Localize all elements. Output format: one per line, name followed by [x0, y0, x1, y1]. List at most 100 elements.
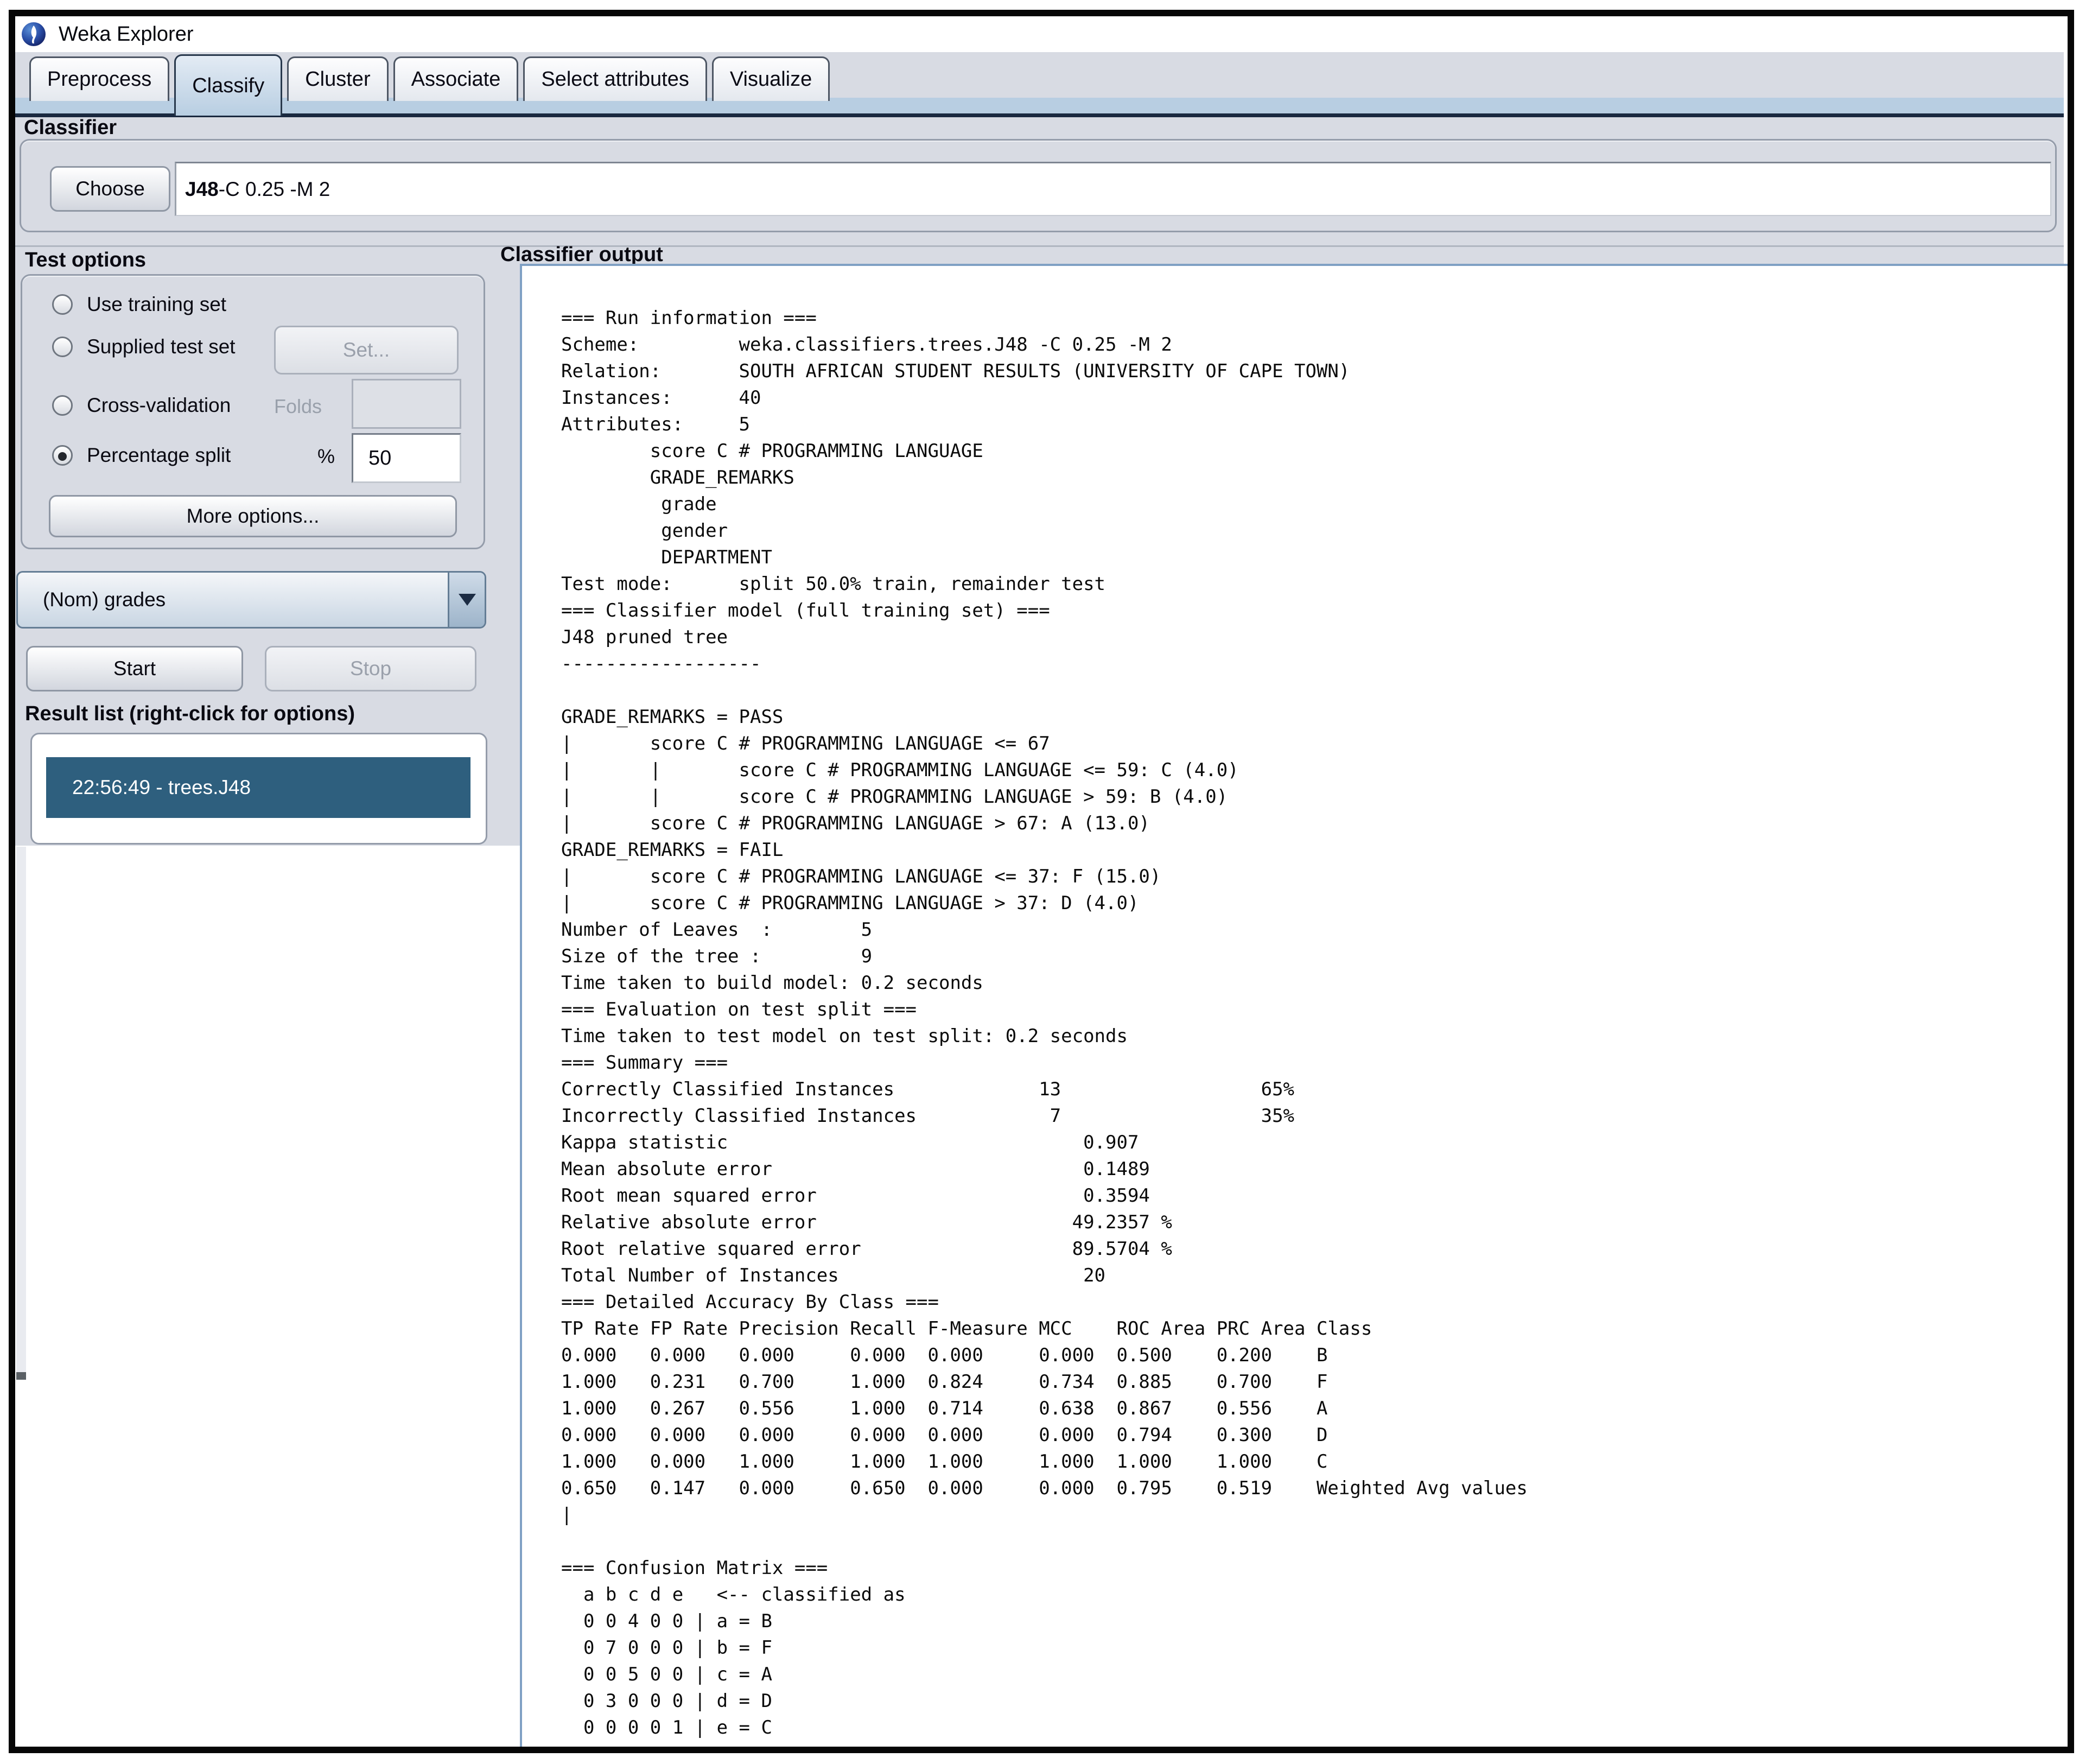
output-line: Attributes: 5 [561, 411, 2057, 438]
weka-explorer-window: Weka Explorer PreprocessClassifyClusterA… [0, 0, 2092, 1764]
output-line: J48 pruned tree [561, 624, 2057, 651]
output-line: DEPARTMENT [561, 544, 2057, 571]
radio-row-cross-validation[interactable]: Cross-validation [52, 394, 231, 417]
test-options-label: Test options [25, 249, 146, 272]
output-line: 1.000 0.267 0.556 1.000 0.714 0.638 0.86… [561, 1395, 2057, 1422]
weka-app-icon [21, 21, 47, 47]
output-line: | score C # PROGRAMMING LANGUAGE > 67: A… [561, 810, 2057, 837]
output-line: | | score C # PROGRAMMING LANGUAGE > 59:… [561, 784, 2057, 810]
scheme-name: J48 [185, 178, 219, 201]
radio-row-supplied-test-set[interactable]: Supplied test set [52, 335, 236, 358]
window-title: Weka Explorer [59, 23, 194, 46]
result-list-item[interactable]: 22:56:49 - trees.J48 [46, 757, 470, 818]
output-line: GRADE_REMARKS [561, 465, 2057, 491]
percentage-split-radio-icon[interactable] [52, 445, 73, 466]
folds-label: Folds [274, 395, 322, 418]
output-line: === Summary === [561, 1050, 2057, 1076]
output-line: a b c d e <-- classified as [561, 1582, 2057, 1608]
output-line: grade [561, 491, 2057, 518]
scheme-params: -C 0.25 -M 2 [219, 178, 330, 201]
output-line: === Detailed Accuracy By Class === [561, 1289, 2057, 1316]
output-line: GRADE_REMARKS = FAIL [561, 837, 2057, 864]
more-options-button[interactable]: More options... [49, 495, 457, 537]
percentage-split-field[interactable]: 50 [352, 433, 461, 483]
output-line: === Confusion Matrix === [561, 1555, 2057, 1582]
output-line: 1.000 0.000 1.000 1.000 1.000 1.000 1.00… [561, 1449, 2057, 1475]
window-body-top: PreprocessClassifyClusterAssociateSelect… [15, 52, 2064, 267]
title-bar: Weka Explorer [15, 16, 2064, 52]
tab-select-attributes[interactable]: Select attributes [523, 56, 707, 101]
folds-field[interactable] [352, 379, 461, 429]
output-line [561, 1528, 2057, 1555]
tab-visualize[interactable]: Visualize [712, 56, 830, 101]
choose-button[interactable]: Choose [50, 166, 170, 212]
tab-bar: PreprocessClassifyClusterAssociateSelect… [29, 54, 830, 119]
tab-classify[interactable]: Classify [174, 54, 282, 116]
classifier-scheme-field[interactable]: J48 -C 0.25 -M 2 [175, 162, 2051, 216]
tab-associate[interactable]: Associate [393, 56, 519, 101]
percentage-split-label: Percentage split [87, 444, 231, 467]
start-button[interactable]: Start [26, 646, 243, 691]
tab-cluster[interactable]: Cluster [287, 56, 388, 101]
output-line: 0 0 5 0 0 | c = A [561, 1661, 2057, 1688]
output-line: Size of the tree : 9 [561, 943, 2057, 970]
cross-validation-label: Cross-validation [87, 394, 231, 417]
output-line: | [561, 1502, 2057, 1528]
output-line: | score C # PROGRAMMING LANGUAGE <= 67 [561, 731, 2057, 757]
stop-button[interactable]: Stop [265, 646, 476, 691]
class-attribute-value: (Nom) grades [43, 588, 448, 611]
output-line: === Evaluation on test split === [561, 997, 2057, 1023]
use-training-set-radio-icon[interactable] [52, 294, 73, 315]
output-line: Relative absolute error 49.2357 % [561, 1209, 2057, 1236]
output-line [561, 677, 2057, 704]
output-line: Root mean squared error 0.3594 [561, 1183, 2057, 1209]
output-line: | score C # PROGRAMMING LANGUAGE > 37: D… [561, 890, 2057, 917]
output-line: Correctly Classified Instances 13 65% [561, 1076, 2057, 1103]
output-line: Incorrectly Classified Instances 7 35% [561, 1103, 2057, 1130]
result-list-label: Result list (right-click for options) [25, 702, 355, 726]
output-line: Scheme: weka.classifiers.trees.J48 -C 0.… [561, 332, 2057, 358]
chevron-down-icon [459, 594, 476, 606]
output-line: Kappa statistic 0.907 [561, 1130, 2057, 1156]
output-line: 0.000 0.000 0.000 0.000 0.000 0.000 0.50… [561, 1342, 2057, 1369]
class-attribute-dropdown[interactable]: (Nom) grades [16, 571, 486, 629]
output-line: === Run information === [561, 305, 2057, 332]
output-line: ------------------ [561, 651, 2057, 677]
output-line: score C # PROGRAMMING LANGUAGE [561, 438, 2057, 465]
radio-row-use-training-set[interactable]: Use training set [52, 293, 226, 316]
output-line: 0 0 0 0 1 | e = C [561, 1715, 2057, 1741]
output-line: TP Rate FP Rate Precision Recall F-Measu… [561, 1316, 2057, 1342]
scrollbar-remnant-cap [16, 1372, 26, 1380]
output-line: 0.000 0.000 0.000 0.000 0.000 0.000 0.79… [561, 1422, 2057, 1449]
scrollbar-remnant [16, 847, 26, 1372]
output-line: 0 7 0 0 0 | b = F [561, 1635, 2057, 1661]
classifier-output-text[interactable]: === Run information ===Scheme: weka.clas… [561, 305, 2057, 1741]
output-line: Total Number of Instances 20 [561, 1262, 2057, 1289]
output-line: | | score C # PROGRAMMING LANGUAGE <= 59… [561, 757, 2057, 784]
output-line: === Classifier model (full training set)… [561, 598, 2057, 624]
tab-preprocess[interactable]: Preprocess [29, 56, 169, 101]
output-line: gender [561, 518, 2057, 544]
output-line: Relation: SOUTH AFRICAN STUDENT RESULTS … [561, 358, 2057, 385]
use-training-set-label: Use training set [87, 293, 226, 316]
output-line: 0 0 4 0 0 | a = B [561, 1608, 2057, 1635]
output-line: Number of Leaves : 5 [561, 917, 2057, 943]
output-line: 1.000 0.231 0.700 1.000 0.824 0.734 0.88… [561, 1369, 2057, 1395]
output-line: Instances: 40 [561, 385, 2057, 411]
output-line: Test mode: split 50.0% train, remainder … [561, 571, 2057, 598]
output-line: 0 3 0 0 0 | d = D [561, 1688, 2057, 1715]
cross-validation-radio-icon[interactable] [52, 395, 73, 416]
classifier-output-pane[interactable]: === Run information ===Scheme: weka.clas… [520, 264, 2068, 1747]
output-line: Root relative squared error 89.5704 % [561, 1236, 2057, 1262]
supplied-test-set-radio-icon[interactable] [52, 337, 73, 357]
output-line: | score C # PROGRAMMING LANGUAGE <= 37: … [561, 864, 2057, 890]
dropdown-arrow-button[interactable] [448, 573, 485, 627]
output-line: GRADE_REMARKS = PASS [561, 704, 2057, 731]
classifier-section-label: Classifier [24, 116, 117, 139]
output-line: Time taken to build model: 0.2 seconds [561, 970, 2057, 997]
set-button[interactable]: Set... [274, 326, 459, 375]
result-list: 22:56:49 - trees.J48 [30, 733, 487, 845]
classifier-output-label: Classifier output [500, 243, 663, 266]
radio-row-percentage-split[interactable]: Percentage split [52, 444, 231, 467]
supplied-test-set-label: Supplied test set [87, 335, 236, 358]
